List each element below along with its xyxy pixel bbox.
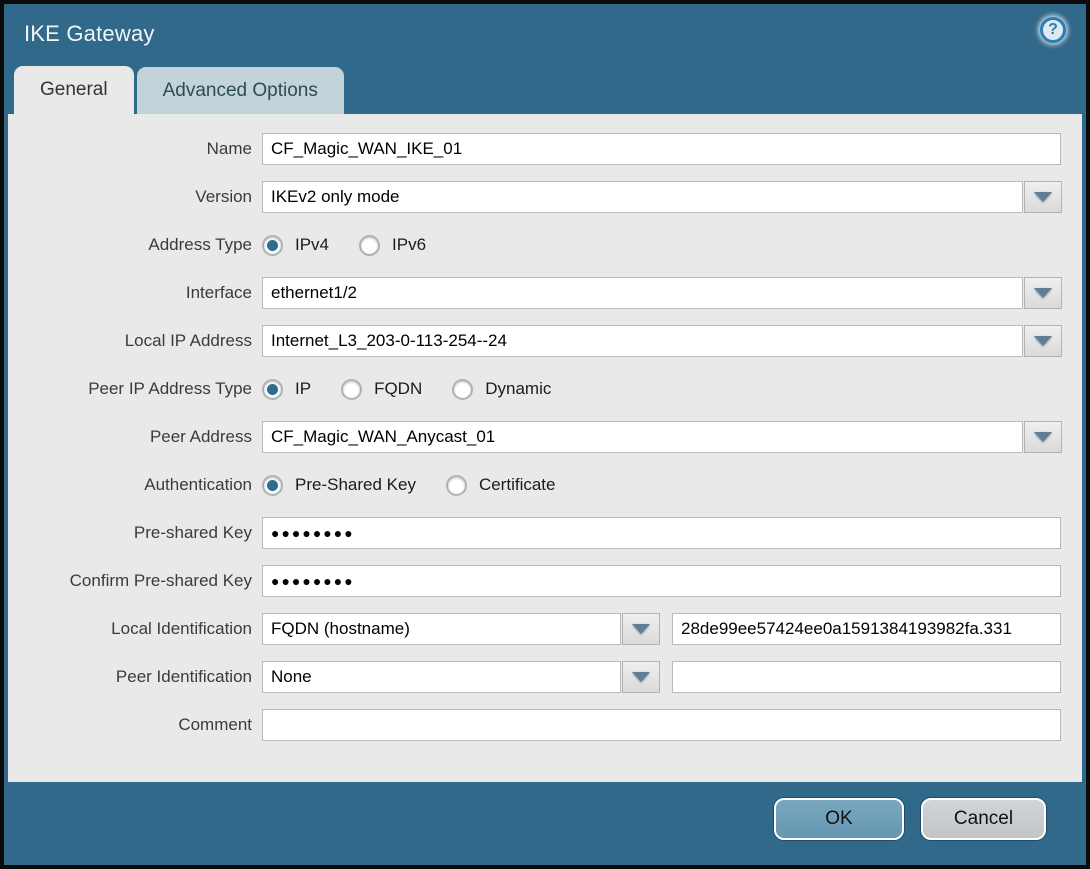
peer-ip-address-type-row: Peer IP Address Type IP FQDN Dynamic bbox=[8, 373, 1082, 405]
authentication-row: Authentication Pre-Shared Key Certificat… bbox=[8, 469, 1082, 501]
comment-input[interactable] bbox=[262, 709, 1061, 741]
radio-certificate[interactable] bbox=[445, 474, 467, 496]
version-select[interactable] bbox=[262, 181, 1023, 213]
radio-ipv4-label: IPv4 bbox=[295, 235, 330, 254]
local-ip-address-row: Local IP Address bbox=[8, 325, 1082, 357]
peer-identification-label: Peer Identification bbox=[115, 667, 252, 686]
tab-bar: General Advanced Options bbox=[4, 64, 1086, 114]
version-label: Version bbox=[195, 187, 252, 206]
peer-identification-type-select[interactable] bbox=[262, 661, 621, 693]
peer-identification-value-input[interactable] bbox=[672, 661, 1061, 693]
chevron-down-icon bbox=[1034, 192, 1052, 202]
chevron-down-icon bbox=[632, 624, 650, 634]
confirm-pre-shared-key-row: Confirm Pre-shared Key bbox=[8, 565, 1082, 597]
chevron-down-icon bbox=[1034, 432, 1052, 442]
radio-fqdn-label: FQDN bbox=[374, 379, 423, 398]
pre-shared-key-row: Pre-shared Key bbox=[8, 517, 1082, 549]
local-identification-dropdown-button[interactable] bbox=[622, 613, 660, 645]
general-tab-panel: Name Version Address Type IPv4 IPv6 bbox=[8, 114, 1082, 782]
dialog-title: IKE Gateway bbox=[24, 21, 155, 46]
pre-shared-key-label: Pre-shared Key bbox=[133, 523, 252, 542]
pre-shared-key-input[interactable] bbox=[262, 517, 1061, 549]
interface-label: Interface bbox=[185, 283, 252, 302]
radio-fqdn[interactable] bbox=[341, 378, 363, 400]
tab-general[interactable]: General bbox=[14, 66, 134, 114]
cancel-button[interactable]: Cancel bbox=[921, 798, 1046, 840]
help-icon[interactable]: ? bbox=[1040, 17, 1066, 43]
local-ip-address-select[interactable] bbox=[262, 325, 1023, 357]
interface-select[interactable] bbox=[262, 277, 1023, 309]
radio-ip-selected[interactable] bbox=[262, 378, 283, 400]
comment-row: Comment bbox=[8, 709, 1082, 741]
radio-certificate-label: Certificate bbox=[478, 475, 556, 494]
radio-ipv6[interactable] bbox=[359, 234, 381, 256]
peer-address-select[interactable] bbox=[262, 421, 1023, 453]
peer-address-row: Peer Address bbox=[8, 421, 1082, 453]
dialog-titlebar: IKE Gateway ? bbox=[4, 4, 1086, 64]
peer-identification-row: Peer Identification bbox=[8, 661, 1082, 693]
address-type-option-ipv6[interactable]: IPv6 bbox=[359, 234, 427, 256]
confirm-pre-shared-key-label: Confirm Pre-shared Key bbox=[69, 571, 252, 590]
radio-pre-shared-key-selected[interactable] bbox=[262, 474, 283, 496]
name-input[interactable] bbox=[262, 133, 1061, 165]
comment-label: Comment bbox=[178, 715, 252, 734]
peer-ip-address-type-label: Peer IP Address Type bbox=[88, 379, 252, 398]
chevron-down-icon bbox=[1034, 288, 1052, 298]
authentication-option-psk[interactable]: Pre-Shared Key bbox=[262, 474, 416, 496]
interface-row: Interface bbox=[8, 277, 1082, 309]
peer-address-dropdown-button[interactable] bbox=[1024, 421, 1062, 453]
ok-button[interactable]: OK bbox=[774, 798, 904, 840]
address-type-row: Address Type IPv4 IPv6 bbox=[8, 229, 1082, 261]
radio-ipv6-label: IPv6 bbox=[392, 235, 427, 254]
local-identification-row: Local Identification bbox=[8, 613, 1082, 645]
local-ip-address-label: Local IP Address bbox=[124, 331, 252, 350]
name-row: Name bbox=[8, 133, 1082, 165]
peer-address-label: Peer Address bbox=[149, 427, 252, 446]
name-label: Name bbox=[206, 139, 252, 158]
address-type-label: Address Type bbox=[148, 235, 252, 254]
chevron-down-icon bbox=[1034, 336, 1052, 346]
peer-ip-type-option-ip[interactable]: IP bbox=[262, 378, 312, 400]
authentication-label: Authentication bbox=[144, 475, 252, 494]
dialog-footer: OK Cancel bbox=[4, 782, 1086, 865]
radio-dynamic-label: Dynamic bbox=[485, 379, 552, 398]
version-row: Version bbox=[8, 181, 1082, 213]
local-identification-value-input[interactable] bbox=[672, 613, 1061, 645]
authentication-option-certificate[interactable]: Certificate bbox=[445, 474, 556, 496]
address-type-option-ipv4[interactable]: IPv4 bbox=[262, 234, 330, 256]
local-ip-address-dropdown-button[interactable] bbox=[1024, 325, 1062, 357]
tab-advanced-options[interactable]: Advanced Options bbox=[136, 67, 344, 114]
interface-dropdown-button[interactable] bbox=[1024, 277, 1062, 309]
version-dropdown-button[interactable] bbox=[1024, 181, 1062, 213]
local-identification-type-select[interactable] bbox=[262, 613, 621, 645]
radio-ip-label: IP bbox=[295, 379, 312, 398]
ike-gateway-dialog: IKE Gateway ? General Advanced Options N… bbox=[0, 0, 1090, 869]
radio-dynamic[interactable] bbox=[452, 378, 474, 400]
peer-ip-type-option-fqdn[interactable]: FQDN bbox=[341, 378, 423, 400]
radio-ipv4-selected[interactable] bbox=[262, 234, 283, 256]
peer-identification-dropdown-button[interactable] bbox=[622, 661, 660, 693]
chevron-down-icon bbox=[632, 672, 650, 682]
confirm-pre-shared-key-input[interactable] bbox=[262, 565, 1061, 597]
local-identification-label: Local Identification bbox=[111, 619, 252, 638]
peer-ip-type-option-dynamic[interactable]: Dynamic bbox=[452, 378, 552, 400]
radio-pre-shared-key-label: Pre-Shared Key bbox=[295, 475, 416, 494]
